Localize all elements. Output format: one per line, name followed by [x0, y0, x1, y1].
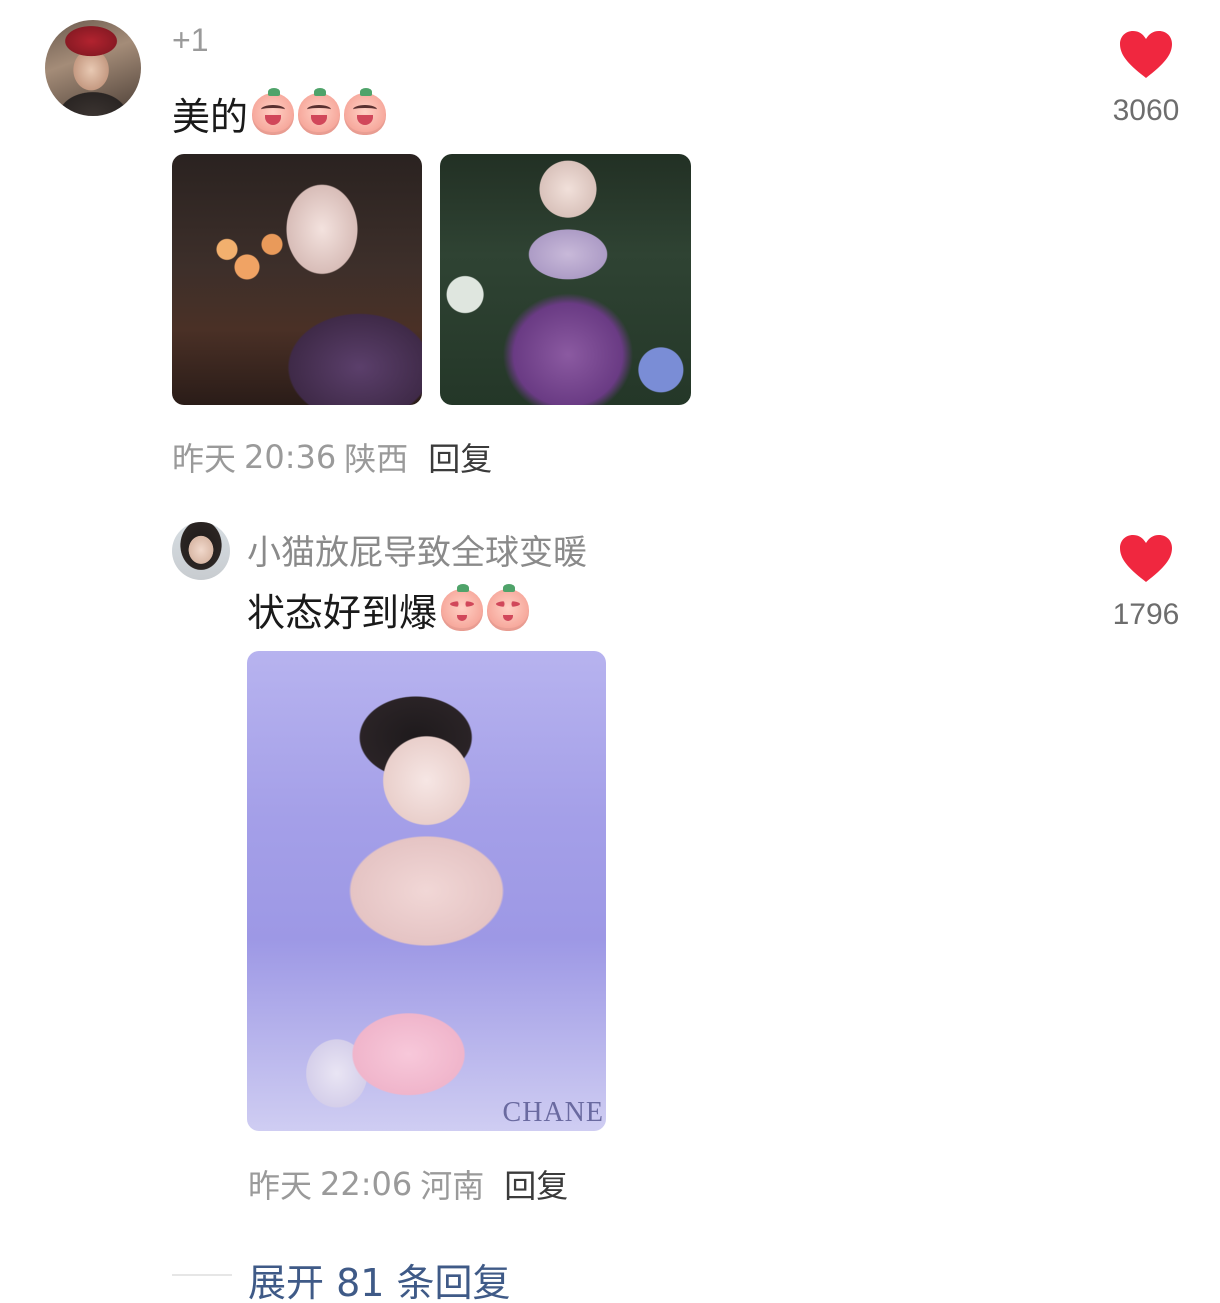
- comment-text-body: 美的: [172, 95, 249, 139]
- star-eyes-emoji-icon: [487, 583, 530, 631]
- comment-thread: +1 美的 昨天 20:36 陕西 回复 3060 小猫放屁导致全球变暖 状态好…: [0, 0, 1220, 1303]
- comment-photo[interactable]: CHANE: [247, 651, 606, 1131]
- location: 河南: [420, 1167, 485, 1205]
- time-day: 昨天: [172, 440, 237, 478]
- reply-button[interactable]: 回复: [428, 434, 492, 480]
- heart-icon[interactable]: [1118, 534, 1174, 584]
- comment-text: 状态好到爆: [247, 582, 530, 637]
- avatar[interactable]: [172, 522, 230, 580]
- avatar[interactable]: [45, 20, 141, 116]
- comment-tag: +1: [172, 22, 209, 58]
- expand-replies-link[interactable]: 展开 81 条回复: [248, 1252, 511, 1303]
- comment-meta: 昨天 22:06 河南 回复: [248, 1161, 568, 1207]
- time-day: 昨天: [248, 1167, 313, 1205]
- comment-meta: 昨天 20:36 陕西 回复: [172, 434, 492, 480]
- divider: [172, 1274, 232, 1276]
- comment-text-body: 状态好到爆: [247, 591, 438, 635]
- comment-text: 美的: [172, 86, 387, 141]
- comment-photo[interactable]: [440, 154, 691, 405]
- reply-button[interactable]: 回复: [504, 1161, 568, 1207]
- time-clock: 20:36: [244, 438, 337, 476]
- grin-emoji-icon: [298, 87, 341, 135]
- like-count: 1796: [1112, 598, 1180, 631]
- comment-photo[interactable]: [172, 154, 422, 405]
- photo-brand-text: CHANE: [502, 1097, 604, 1128]
- grin-emoji-icon: [252, 87, 295, 135]
- time-clock: 22:06: [320, 1165, 413, 1203]
- grin-emoji-icon: [344, 87, 387, 135]
- star-eyes-emoji-icon: [441, 583, 484, 631]
- username[interactable]: 小猫放屁导致全球变暖: [247, 525, 587, 574]
- like-button[interactable]: 3060: [1086, 30, 1206, 128]
- like-button[interactable]: 1796: [1086, 534, 1206, 632]
- like-count: 3060: [1112, 94, 1180, 127]
- location: 陕西: [344, 440, 409, 478]
- heart-icon[interactable]: [1118, 30, 1174, 80]
